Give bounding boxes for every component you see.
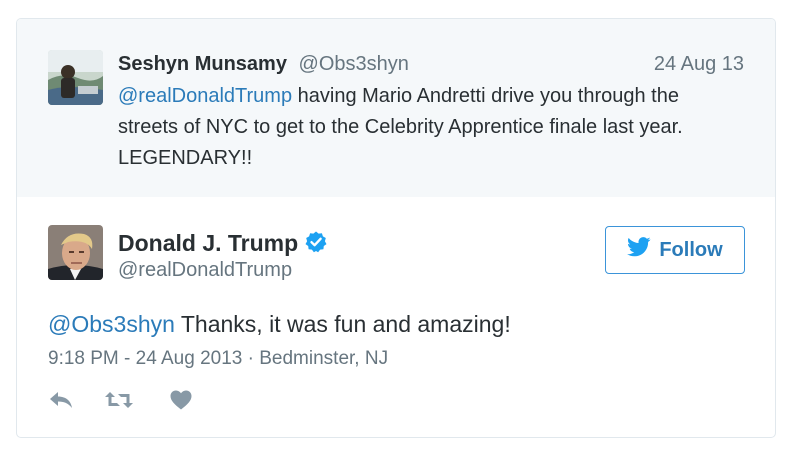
parent-author-avatar[interactable] xyxy=(48,50,103,105)
parent-tweet-date[interactable]: 24 Aug 13 xyxy=(654,53,744,76)
parent-author-name[interactable]: Seshyn Munsamy xyxy=(118,53,287,75)
tweet-body: Thanks, it was fun and amazing! xyxy=(174,311,511,337)
reply-mention-link[interactable]: @Obs3shyn xyxy=(48,311,175,337)
retweet-icon[interactable] xyxy=(104,389,134,416)
tweet-timestamp-location[interactable]: 9:18 PM - 24 Aug 2013 · Bedminster, NJ xyxy=(48,348,388,370)
parent-author-handle[interactable]: @Obs3shyn xyxy=(299,53,409,75)
follow-button-label: Follow xyxy=(659,238,723,261)
tweet-text: @Obs3shyn Thanks, it was fun and amazing… xyxy=(48,311,511,338)
parent-mention-link[interactable]: @realDonaldTrump xyxy=(118,85,292,107)
quoted-parent-tweet[interactable]: Seshyn Munsamy @Obs3shyn 24 Aug 13 @real… xyxy=(17,19,775,197)
author-handle[interactable]: @realDonaldTrump xyxy=(118,259,292,282)
follow-button[interactable]: Follow xyxy=(605,226,745,274)
heart-icon[interactable] xyxy=(169,389,193,416)
author-avatar[interactable] xyxy=(48,225,103,280)
author-name-line: Donald J. Trump xyxy=(118,229,328,260)
reply-icon[interactable] xyxy=(48,389,74,416)
author-name[interactable]: Donald J. Trump xyxy=(118,230,298,256)
verified-badge-icon xyxy=(304,230,328,260)
parent-tweet-text: @realDonaldTrump having Mario Andretti d… xyxy=(118,81,738,174)
parent-author-line: Seshyn Munsamy @Obs3shyn xyxy=(118,51,409,77)
embedded-tweet-card: Seshyn Munsamy @Obs3shyn 24 Aug 13 @real… xyxy=(16,18,776,438)
twitter-bird-icon xyxy=(627,237,651,263)
